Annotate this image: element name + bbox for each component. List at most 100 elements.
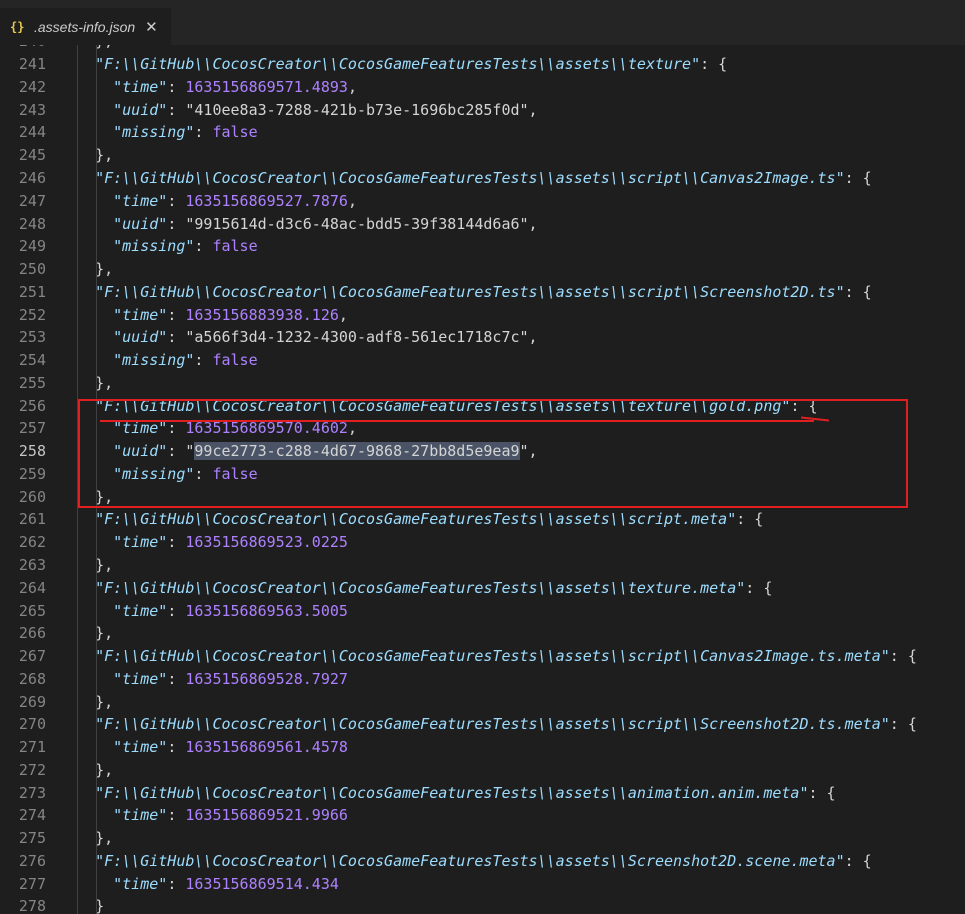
code-line[interactable]: 267 "F:\\GitHub\\CocosCreator\\CocosGame… xyxy=(0,645,965,668)
code-token: "410ee8a3-7288-421b-b73e-1696bc285f0d" xyxy=(185,100,529,119)
line-number: 263 xyxy=(18,555,46,574)
code-line[interactable]: 248 "uuid": "9915614d-d3c6-48ac-bdd5-39f… xyxy=(0,212,965,235)
line-number: 243 xyxy=(18,100,46,119)
code-line[interactable]: 268 "time": 1635156869528.7927 xyxy=(0,667,965,690)
code-text: "F:\\GitHub\\CocosCreator\\CocosGameFeat… xyxy=(77,781,836,804)
code-token: "9915614d-d3c6-48ac-bdd5-39f38144d6a6" xyxy=(185,214,529,233)
code-text: "F:\\GitHub\\CocosCreator\\CocosGameFeat… xyxy=(77,508,763,531)
code-token: : xyxy=(194,351,213,370)
code-line[interactable]: 266 }, xyxy=(0,622,965,645)
code-token: false xyxy=(212,351,258,370)
code-token: : xyxy=(167,305,186,324)
code-line[interactable]: 246 "F:\\GitHub\\CocosCreator\\CocosGame… xyxy=(0,167,965,190)
line-number: 278 xyxy=(18,897,46,914)
code-token: "missing" xyxy=(95,123,195,142)
code-token: "F:\\GitHub\\CocosCreator\\CocosGameFeat… xyxy=(95,715,890,734)
code-line[interactable]: 273 "F:\\GitHub\\CocosCreator\\CocosGame… xyxy=(0,781,965,804)
code-line[interactable]: 269 }, xyxy=(0,690,965,713)
close-icon[interactable]: ✕ xyxy=(145,18,158,36)
code-line[interactable]: 271 "time": 1635156869561.4578 xyxy=(0,736,965,759)
code-token: : xyxy=(167,669,186,688)
code-line[interactable]: 250 }, xyxy=(0,258,965,281)
code-line[interactable]: 249 "missing": false xyxy=(0,235,965,258)
code-text: "uuid": "410ee8a3-7288-421b-b73e-1696bc2… xyxy=(77,98,537,121)
line-number: 242 xyxy=(18,77,46,96)
code-line[interactable]: 253 "uuid": "a566f3d4-1232-4300-adf8-561… xyxy=(0,326,965,349)
code-line[interactable]: 274 "time": 1635156869521.9966 xyxy=(0,804,965,827)
code-token: }, xyxy=(95,45,113,50)
code-token: false xyxy=(212,123,258,142)
code-token: : { xyxy=(844,282,872,301)
code-line[interactable]: 264 "F:\\GitHub\\CocosCreator\\CocosGame… xyxy=(0,576,965,599)
line-number: 248 xyxy=(18,214,46,233)
line-number: 253 xyxy=(18,328,46,347)
code-line[interactable]: 265 "time": 1635156869563.5005 xyxy=(0,599,965,622)
code-token: 1635156869528.7927 xyxy=(185,669,348,688)
code-token: "F:\\GitHub\\CocosCreator\\CocosGameFeat… xyxy=(95,647,890,666)
code-line[interactable]: 263 }, xyxy=(0,554,965,577)
code-text: "F:\\GitHub\\CocosCreator\\CocosGameFeat… xyxy=(77,713,917,736)
code-text: "missing": false xyxy=(77,121,258,144)
code-text: } xyxy=(77,895,104,914)
code-line[interactable]: 276 "F:\\GitHub\\CocosCreator\\CocosGame… xyxy=(0,850,965,873)
line-number: 266 xyxy=(18,624,46,643)
code-token: 1635156869521.9966 xyxy=(185,806,348,825)
code-token: : { xyxy=(736,510,764,529)
code-token: : { xyxy=(745,578,773,597)
code-line[interactable]: 261 "F:\\GitHub\\CocosCreator\\CocosGame… xyxy=(0,508,965,531)
code-token: : xyxy=(167,328,186,347)
line-number: 246 xyxy=(18,168,46,187)
code-token: "uuid" xyxy=(95,328,168,347)
line-number: 260 xyxy=(18,487,46,506)
code-token: }, xyxy=(95,555,114,574)
code-token: "missing" xyxy=(95,351,195,370)
code-line[interactable]: 254 "missing": false xyxy=(0,349,965,372)
code-line[interactable]: 241 "F:\\GitHub\\CocosCreator\\CocosGame… xyxy=(0,53,965,76)
code-token: "time" xyxy=(95,738,168,757)
code-text: "uuid": "a566f3d4-1232-4300-adf8-561ec17… xyxy=(77,326,538,349)
code-line[interactable]: 255 }, xyxy=(0,371,965,394)
code-token: : xyxy=(167,533,186,552)
line-number: 244 xyxy=(18,123,46,142)
code-token: : xyxy=(167,214,186,233)
code-text: "time": 1635156869528.7927 xyxy=(77,667,348,690)
code-line[interactable]: 247 "time": 1635156869527.7876, xyxy=(0,189,965,212)
code-line[interactable]: 251 "F:\\GitHub\\CocosCreator\\CocosGame… xyxy=(0,280,965,303)
code-token: : xyxy=(167,191,186,210)
code-line[interactable]: 277 "time": 1635156869514.434 xyxy=(0,872,965,895)
code-token: "F:\\GitHub\\CocosCreator\\CocosGameFeat… xyxy=(95,851,845,870)
tab-bar: {} .assets-info.json ✕ xyxy=(0,0,965,45)
code-line[interactable]: 278 } xyxy=(0,895,965,914)
line-number: 254 xyxy=(18,351,46,370)
code-line[interactable]: 243 "uuid": "410ee8a3-7288-421b-b73e-169… xyxy=(0,98,965,121)
code-line[interactable]: 244 "missing": false xyxy=(0,121,965,144)
line-number: 262 xyxy=(18,533,46,552)
code-token: : xyxy=(167,100,186,119)
code-token: }, xyxy=(95,692,114,711)
code-token: "uuid" xyxy=(95,100,168,119)
line-number: 250 xyxy=(18,260,46,279)
code-text: "time": 1635156869523.0225 xyxy=(77,531,348,554)
code-text: "F:\\GitHub\\CocosCreator\\CocosGameFeat… xyxy=(77,645,917,668)
tab-assets-info-json[interactable]: {} .assets-info.json ✕ xyxy=(0,8,171,45)
code-line[interactable]: 252 "time": 1635156883938.126, xyxy=(0,303,965,326)
line-number: 271 xyxy=(18,738,46,757)
code-line[interactable]: 272 }, xyxy=(0,759,965,782)
code-line[interactable]: 270 "F:\\GitHub\\CocosCreator\\CocosGame… xyxy=(0,713,965,736)
code-text: "F:\\GitHub\\CocosCreator\\CocosGameFeat… xyxy=(77,167,872,190)
code-token: }, xyxy=(95,146,114,165)
code-token: "time" xyxy=(95,806,168,825)
code-line[interactable]: 240 }, xyxy=(0,45,965,53)
line-number: 255 xyxy=(18,373,46,392)
code-line[interactable]: 262 "time": 1635156869523.0225 xyxy=(0,531,965,554)
code-token: "time" xyxy=(95,305,168,324)
code-line[interactable]: 242 "time": 1635156869571.4893, xyxy=(0,76,965,99)
line-number: 269 xyxy=(18,692,46,711)
code-token: , xyxy=(528,328,538,347)
line-number: 256 xyxy=(18,396,46,415)
line-number: 257 xyxy=(18,419,46,438)
code-line[interactable]: 245 }, xyxy=(0,144,965,167)
code-text: "missing": false xyxy=(77,349,258,372)
code-token: : { xyxy=(844,851,872,870)
code-line[interactable]: 275 }, xyxy=(0,827,965,850)
